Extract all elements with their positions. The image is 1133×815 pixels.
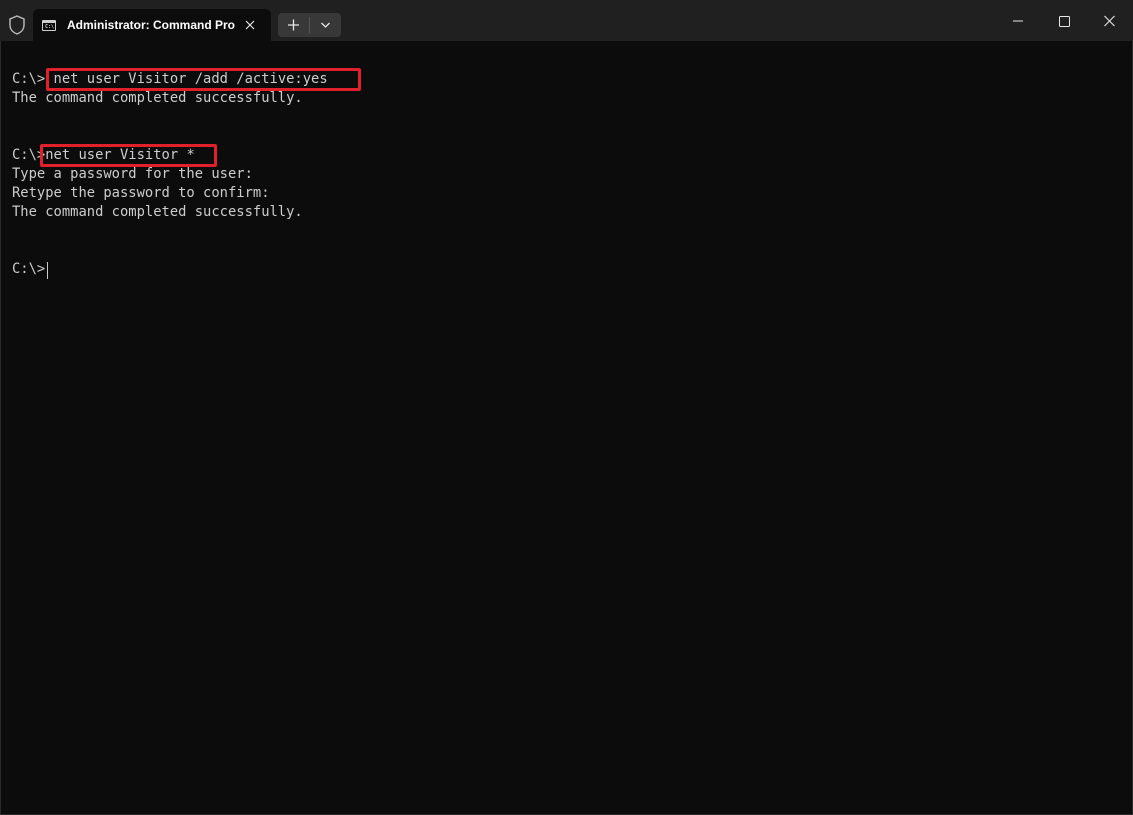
- terminal-icon: C:\: [42, 20, 56, 31]
- console-line-7: C:\>: [12, 260, 45, 279]
- tab-title: Administrator: Command Pro: [67, 18, 236, 32]
- console-line-5: Retype the password to confirm:: [12, 185, 270, 201]
- console-prompt: C:\>: [12, 261, 46, 277]
- plus-icon[interactable]: [278, 13, 309, 37]
- shield-icon: [9, 15, 25, 35]
- console-line-2: The command completed successfully.: [12, 90, 303, 106]
- close-icon[interactable]: [242, 17, 258, 33]
- new-tab-group: [278, 13, 341, 37]
- highlight-box-command-2: [40, 144, 217, 167]
- title-bar[interactable]: C:\ Administrator: Command Pro: [0, 0, 1133, 41]
- terminal-window: C:\ Administrator: Command Pro C:\> net …: [0, 0, 1133, 815]
- maximize-icon[interactable]: [1041, 0, 1087, 41]
- terminal-icon-text: C:\: [45, 24, 55, 30]
- text-cursor: [47, 262, 48, 279]
- minimize-icon[interactable]: [995, 0, 1041, 41]
- console-output[interactable]: C:\> net user Visitor /add /active:yes T…: [0, 41, 1133, 815]
- chevron-down-icon[interactable]: [310, 13, 341, 37]
- console-line-4: Type a password for the user:: [12, 166, 253, 182]
- close-icon[interactable]: [1087, 0, 1133, 41]
- console-line-6: The command completed successfully.: [12, 204, 303, 220]
- tab-command-prompt[interactable]: C:\ Administrator: Command Pro: [33, 9, 271, 41]
- console-prompt: C:\>: [12, 71, 46, 87]
- highlight-box-command-1: [46, 68, 361, 91]
